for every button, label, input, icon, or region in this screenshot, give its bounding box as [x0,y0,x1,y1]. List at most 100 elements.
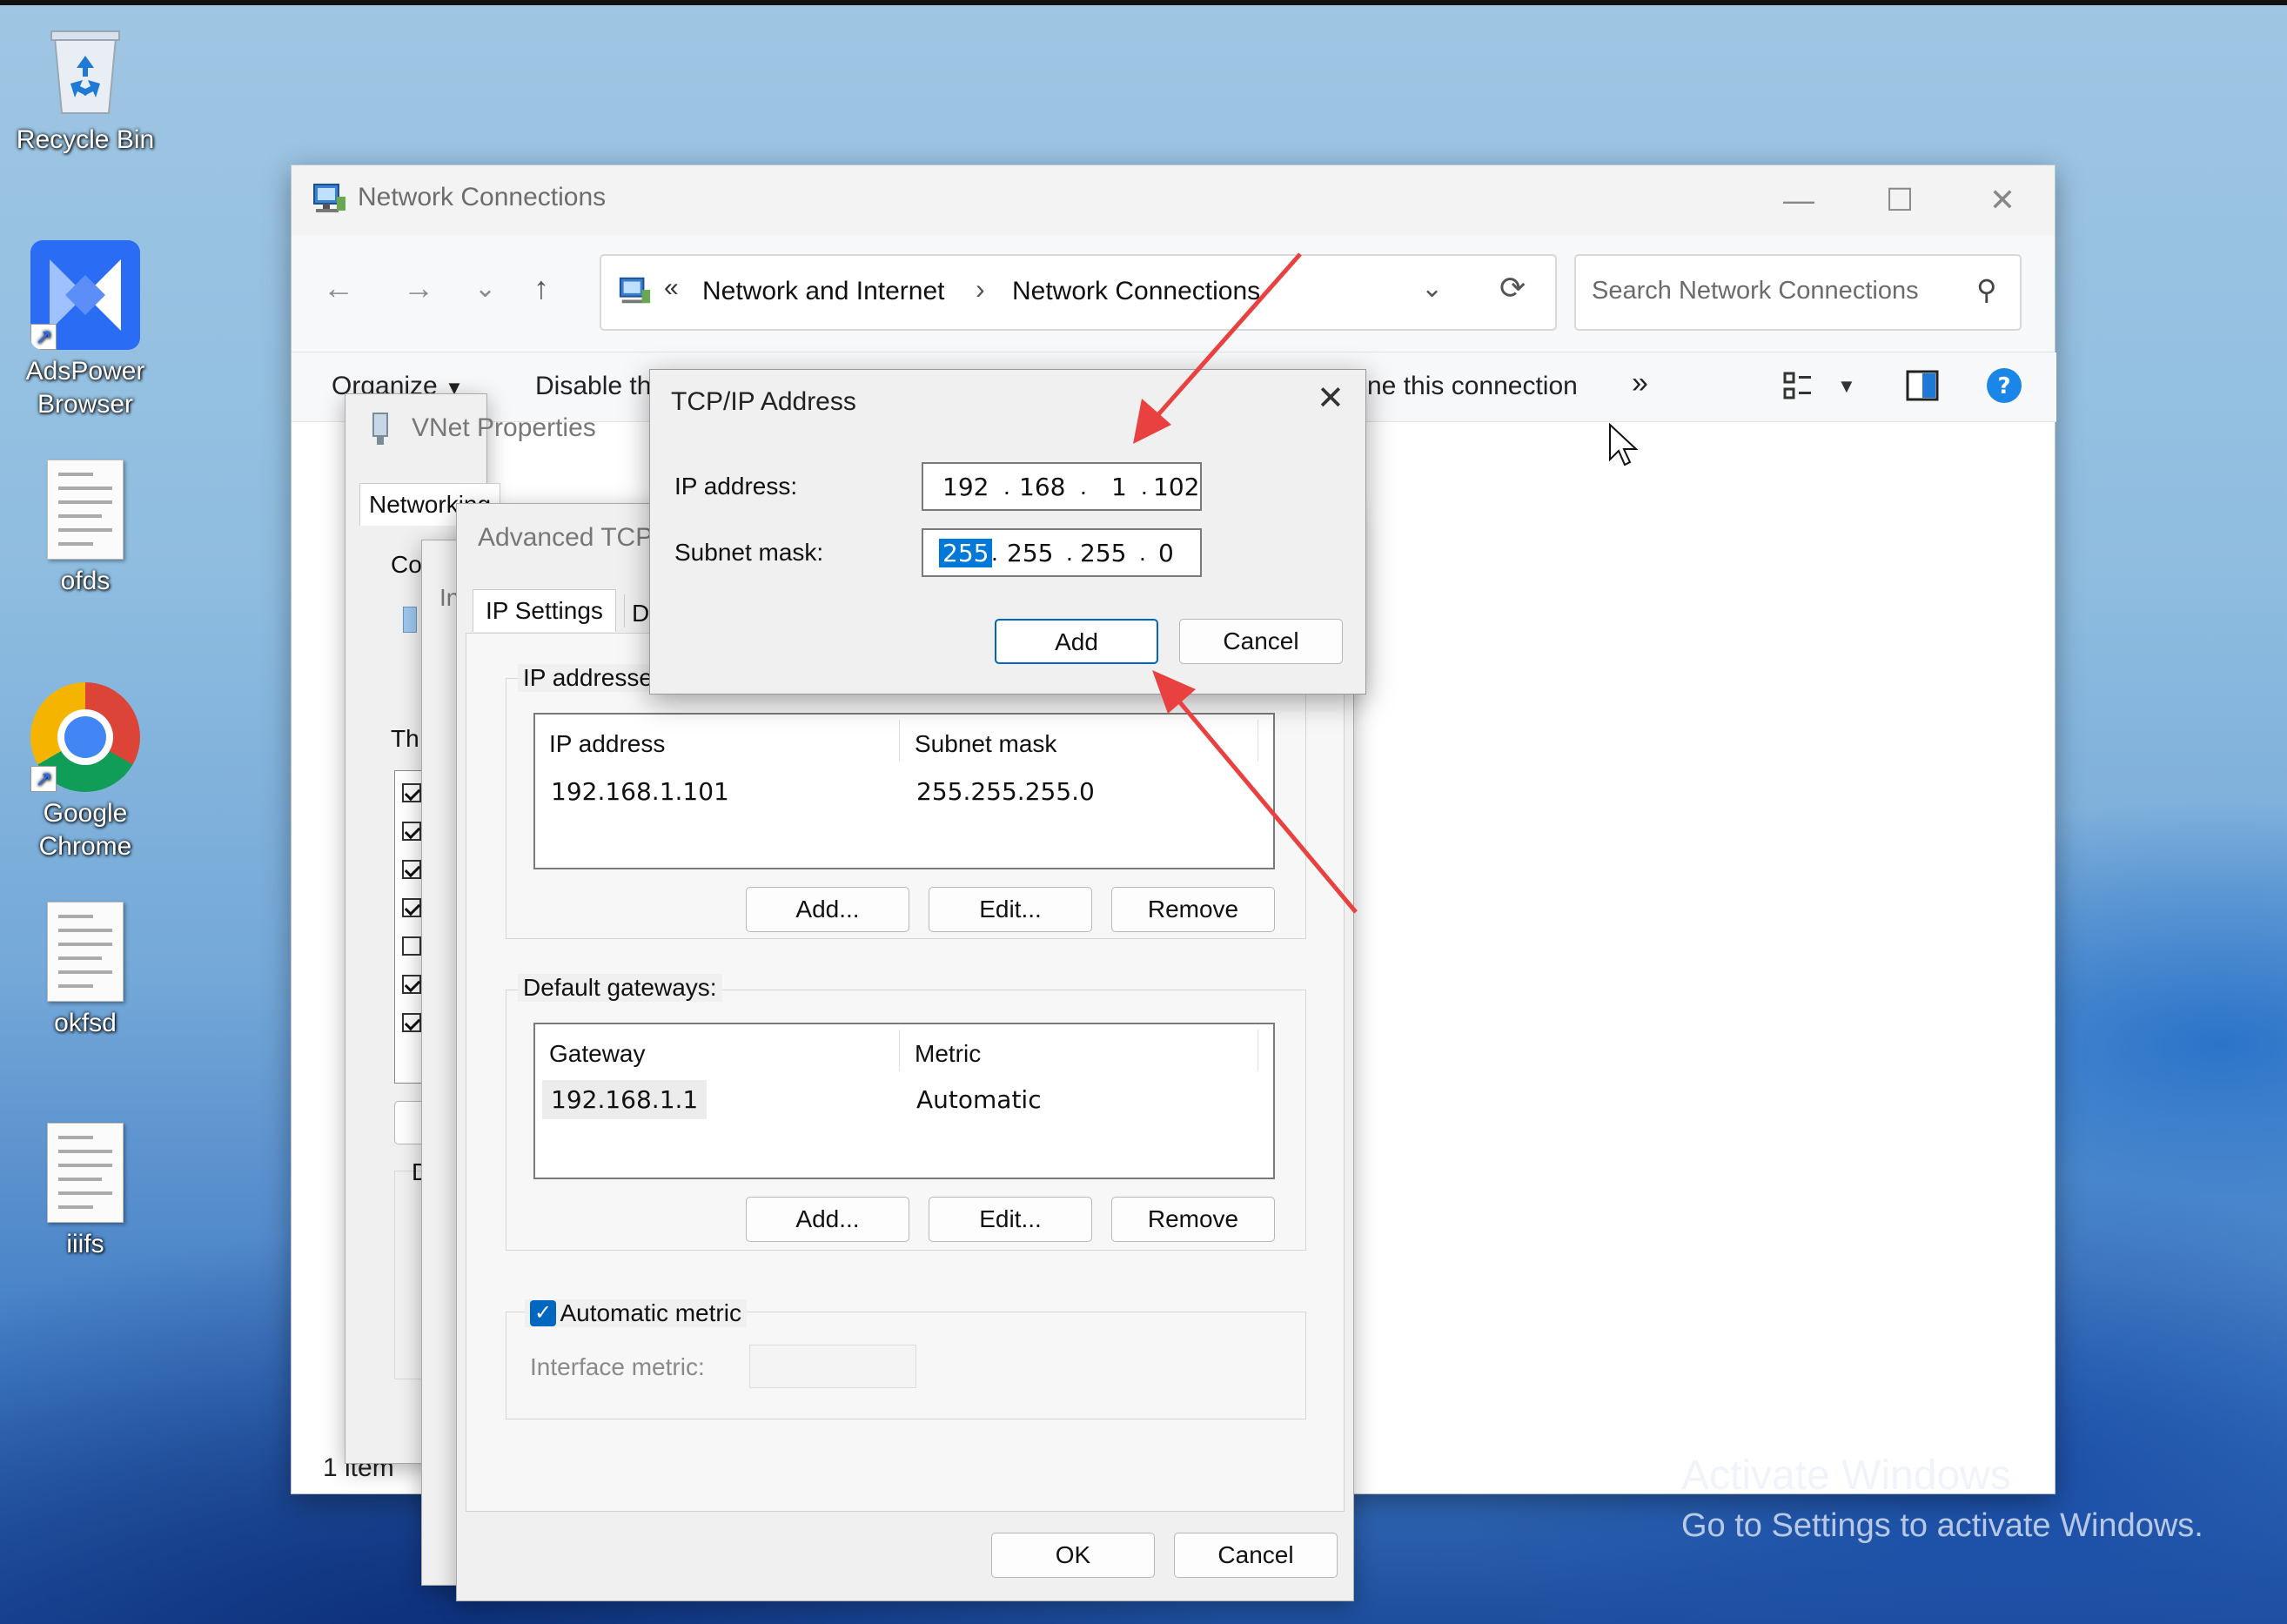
mask-octet-4[interactable]: 0 [1158,539,1174,567]
window-titlebar[interactable]: Network Connections — ☐ ✕ [292,165,2055,235]
gateway-add-button[interactable]: Add... [746,1197,909,1242]
cancel-button[interactable]: Cancel [1179,619,1343,664]
desktop-icon-label: iiifs [66,1230,104,1258]
close-icon[interactable]: ✕ [1317,379,1345,418]
mouse-cursor-icon [1608,422,1640,473]
desktop-icon-adspower[interactable]: ↗ AdsPower Browser [7,240,164,421]
ip-row-address[interactable]: 192.168.1.101 [551,777,729,806]
desktop-icon-recycle-bin[interactable]: Recycle Bin [7,23,164,157]
column-header-ip-address[interactable]: IP address [549,730,665,758]
breadcrumb-network-and-internet[interactable]: Network and Internet [702,277,944,306]
refresh-icon[interactable]: ⟳ [1499,270,1526,306]
desktop-icon-chrome[interactable]: ↗ Google Chrome [7,682,164,863]
component-checkbox[interactable] [402,898,421,917]
address-network-icon [617,273,652,312]
gateway-edit-button[interactable]: Edit... [929,1197,1092,1242]
ip-row-mask[interactable]: 255.255.255.0 [916,777,1095,806]
shortcut-arrow-icon: ↗ [30,324,57,350]
change-view-icon[interactable] [1781,368,1816,407]
mask-octet-2[interactable]: 255 [1007,539,1053,567]
minimize-button[interactable]: — [1755,174,1842,226]
subnet-mask-field[interactable]: 255 . 255 . 255 . 0 [922,528,1202,577]
chevron-down-icon[interactable]: ⌄ [474,273,496,304]
column-separator [899,720,900,762]
tcpip-address-dialog[interactable]: TCP/IP Address ✕ IP address: 192 . 168 .… [649,369,1366,695]
mask-octet-3[interactable]: 255 [1080,539,1126,567]
octet-separator: . [1066,539,1073,566]
ip-address-field[interactable]: 192 . 168 . 1 . 102 [922,462,1202,511]
ip-edit-button[interactable]: Edit... [929,887,1092,932]
gateway-list[interactable]: Gateway Metric 192.168.1.1 Automatic [533,1023,1275,1179]
activation-watermark-subtitle: Go to Settings to activate Windows. [1681,1507,2203,1544]
component-checkbox[interactable] [402,783,421,802]
automatic-metric-label: Automatic metric [560,1299,741,1326]
desktop-icon-iiifs[interactable]: iiifs [7,1123,164,1261]
component-checkbox[interactable] [402,1013,421,1032]
address-bar[interactable]: « Network and Internet › Network Connect… [600,254,1557,331]
desktop-icon-ofds[interactable]: ofds [7,460,164,598]
search-input[interactable]: Search Network Connections [1592,277,1919,305]
top-edge [0,0,2287,5]
document-icon [47,902,124,1002]
shortcut-arrow-icon: ↗ [30,766,57,792]
adspower-icon: ↗ [30,240,140,350]
breadcrumb-network-connections[interactable]: Network Connections [1012,277,1260,306]
more-commands-button[interactable]: » [1632,366,1648,400]
rename-connection-command[interactable]: ne this connection [1367,372,1578,401]
adapter-icon [403,607,417,633]
vnet-dialog-title: VNet Properties [412,413,596,442]
recycle-bin-icon [46,23,124,118]
view-options-chevron-icon[interactable]: ▼ [1837,375,1856,398]
component-checkbox[interactable] [402,975,421,994]
cancel-button[interactable]: Cancel [1174,1533,1338,1578]
ip-add-button[interactable]: Add... [746,887,909,932]
tab-ip-settings[interactable]: IP Settings [473,589,616,632]
help-icon[interactable]: ? [1985,366,2023,409]
breadcrumb-overflow[interactable]: « [664,273,679,303]
up-arrow-icon[interactable]: ↑ [533,270,549,306]
search-box[interactable]: Search Network Connections ⚲ [1574,254,2022,331]
activation-watermark-title: Activate Windows [1681,1453,2011,1499]
ip-octet-3[interactable]: 1 [1111,473,1127,501]
components-label: Th [391,725,419,752]
component-checkbox[interactable] [402,860,421,879]
gateway-row-metric[interactable]: Automatic [916,1085,1042,1114]
interface-metric-input[interactable] [749,1345,916,1388]
tcpip-dialog-title: TCP/IP Address [671,387,856,416]
close-button[interactable]: ✕ [1959,174,2046,226]
preview-pane-icon[interactable] [1905,368,1940,407]
disable-device-command[interactable]: Disable th [535,372,651,401]
address-dropdown-icon[interactable]: ⌄ [1421,273,1443,304]
column-header-metric[interactable]: Metric [915,1040,981,1068]
breadcrumb-separator: › [976,273,985,305]
chrome-icon: ↗ [30,682,140,792]
ip-remove-button[interactable]: Remove [1111,887,1275,932]
advanced-dialog-title: Advanced TCP/ [478,523,661,552]
mask-octet-1[interactable]: 255 [939,539,993,567]
gateway-remove-button[interactable]: Remove [1111,1197,1275,1242]
add-button[interactable]: Add [995,619,1158,664]
ok-button[interactable]: OK [991,1533,1155,1578]
document-icon [47,1123,124,1223]
ip-octet-1[interactable]: 192 [942,473,989,501]
column-header-gateway[interactable]: Gateway [549,1040,646,1068]
forward-arrow-icon[interactable]: → [403,270,434,306]
octet-separator: . [1003,473,1010,500]
network-folder-icon [311,179,347,220]
desktop-icon-okfsd[interactable]: okfsd [7,902,164,1040]
automatic-metric-checkbox[interactable]: ✓ Automatic metric [525,1299,747,1327]
default-gateways-group-label: Default gateways: [518,974,722,1002]
column-header-subnet-mask[interactable]: Subnet mask [915,730,1056,758]
component-checkbox[interactable] [402,822,421,841]
desktop-icon-label: okfsd [54,1009,117,1037]
maximize-button[interactable]: ☐ [1856,174,1943,226]
ip-address-list[interactable]: IP address Subnet mask 192.168.1.101 255… [533,713,1275,869]
desktop-icon-label: AdsPower [25,357,145,386]
ip-addresses-group-label: IP addresses [518,664,670,692]
back-arrow-icon[interactable]: ← [323,270,354,306]
gateway-row-address[interactable]: 192.168.1.1 [542,1080,708,1119]
component-checkbox[interactable] [402,936,421,956]
ip-octet-4[interactable]: 102 [1153,473,1199,501]
ip-octet-2[interactable]: 168 [1019,473,1065,501]
window-title: Network Connections [358,183,607,211]
